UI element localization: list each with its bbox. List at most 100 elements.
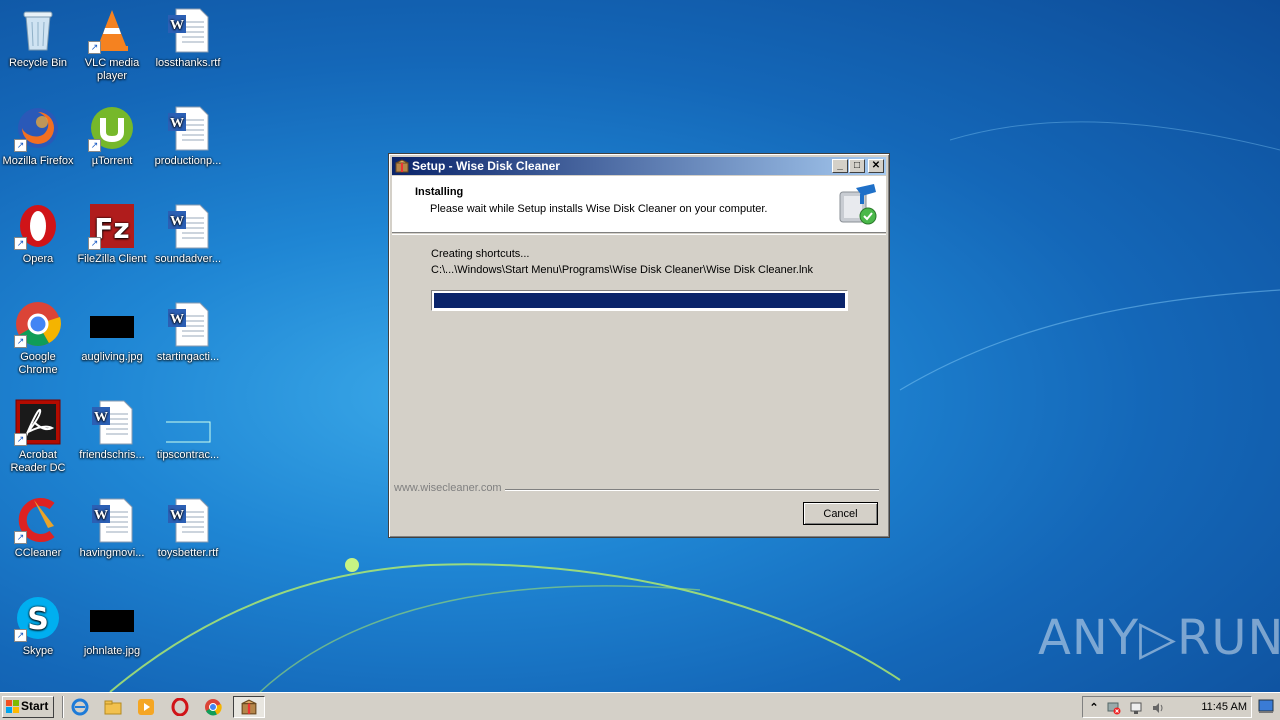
desktop-icon[interactable]: Wproductionp... [150, 104, 226, 168]
desktop-icon-label: toysbetter.rtf [157, 547, 219, 559]
desktop-icon[interactable]: Wfriendschris... [74, 398, 150, 462]
volume-icon[interactable] [1151, 701, 1165, 715]
desktop-icon[interactable]: augliving.jpg [74, 300, 150, 364]
svg-text:S: S [27, 602, 49, 637]
desktop-icon-label: Skype [22, 645, 54, 657]
start-label: Start [21, 699, 49, 713]
status-text: Creating shortcuts... [431, 248, 530, 260]
word-doc-icon: W [164, 104, 212, 152]
skype-icon: S ↗ [14, 594, 62, 642]
svg-text:W: W [170, 214, 184, 229]
taskbar-separator [62, 696, 64, 718]
show-hidden-icons-icon[interactable]: ⌃ [1087, 701, 1101, 715]
explorer-folder-icon[interactable] [104, 698, 122, 716]
desktop-icon-label: friendschris... [79, 449, 145, 461]
dialog-header: Installing Please wait while Setup insta… [392, 176, 886, 233]
ccleaner-icon: ↗ [14, 496, 62, 544]
desktop-icon-label: Opera [22, 253, 54, 265]
opera-icon[interactable] [171, 698, 189, 716]
chrome-icon: ↗ [14, 300, 62, 348]
wise-disk-cleaner-logo-icon [839, 184, 877, 225]
close-button[interactable]: ✕ [868, 159, 884, 173]
desktop-icon-label: startingacti... [156, 351, 220, 363]
word-doc-icon: W [164, 496, 212, 544]
internet-explorer-icon[interactable] [71, 698, 89, 716]
opera-icon: ↗ [14, 202, 62, 250]
minimize-button[interactable]: _ [832, 159, 848, 173]
desktop-icon[interactable]: ↗ Google Chrome [0, 300, 76, 377]
desktop-icon[interactable]: Whavingmovi... [74, 496, 150, 560]
network-warning-icon[interactable] [1107, 701, 1121, 715]
dialog-titlebar[interactable]: Setup - Wise Disk Cleaner _ □ ✕ [392, 157, 886, 175]
recycle-bin-icon [14, 6, 62, 54]
header-separator [392, 234, 886, 235]
desktop-icon[interactable]: Fz ↗ FileZilla Client [74, 202, 150, 266]
shortcut-arrow-icon: ↗ [88, 139, 101, 152]
desktop-icon[interactable]: Recycle Bin [0, 6, 76, 70]
desktop-icon-label: VLC media player [84, 57, 140, 82]
word-doc-icon: W [88, 398, 136, 446]
desktop-icon-label: FileZilla Client [77, 253, 147, 265]
desktop-icon-label: lossthanks.rtf [155, 57, 221, 69]
dialog-title: Setup - Wise Disk Cleaner [412, 159, 560, 173]
vlc-icon: ↗ [88, 6, 136, 54]
start-button[interactable]: Start [2, 696, 54, 718]
desktop-icon[interactable]: S ↗ Skype [0, 594, 76, 658]
desktop-icon-label: johnlate.jpg [83, 645, 141, 657]
website-link: www.wisecleaner.com [394, 482, 505, 494]
desktop-icon-label: µTorrent [91, 155, 133, 167]
desktop-icon[interactable]: Wlossthanks.rtf [150, 6, 226, 70]
shortcut-arrow-icon: ↗ [14, 237, 27, 250]
desktop-icon[interactable]: Wstartingacti... [150, 300, 226, 364]
desktop-icon[interactable]: ↗ VLC media player [74, 6, 150, 83]
svg-text:W: W [170, 508, 184, 523]
chrome-icon[interactable] [204, 698, 222, 716]
cancel-button[interactable]: Cancel [803, 502, 878, 525]
installer-box-icon [395, 159, 409, 173]
desktop-icon-label: Mozilla Firefox [2, 155, 74, 167]
setup-dialog: Setup - Wise Disk Cleaner _ □ ✕ Installi… [388, 153, 890, 538]
shortcut-arrow-icon: ↗ [14, 531, 27, 544]
desktop-icon[interactable]: ↗ Mozilla Firefox [0, 104, 76, 168]
install-progress-bar [431, 290, 848, 311]
desktop-icon-label: Google Chrome [18, 351, 58, 376]
page-subheading: Please wait while Setup installs Wise Di… [430, 203, 768, 215]
word-doc-icon: W [164, 300, 212, 348]
desktop-icon[interactable]: ↗ Acrobat Reader DC [0, 398, 76, 475]
desktop-icon[interactable]: ↗ µTorrent [74, 104, 150, 168]
desktop-icon[interactable]: Wtoysbetter.rtf [150, 496, 226, 560]
media-player-icon[interactable] [137, 698, 155, 716]
desktop-icon-label: soundadver... [154, 253, 222, 265]
desktop-icon[interactable]: tipscontrac... [150, 398, 226, 462]
desktop-icon-label: havingmovi... [79, 547, 145, 559]
maximize-button[interactable]: □ [849, 159, 865, 173]
clock[interactable]: 11:45 AM [1201, 701, 1247, 713]
shortcut-arrow-icon: ↗ [14, 335, 27, 348]
firefox-icon: ↗ [14, 104, 62, 152]
desktop-icon-label: Recycle Bin [8, 57, 68, 69]
shortcut-arrow-icon: ↗ [14, 433, 27, 446]
desktop-icon-label: Acrobat Reader DC [10, 449, 66, 474]
action-center-icon[interactable] [1129, 701, 1143, 715]
shortcut-arrow-icon: ↗ [88, 237, 101, 250]
desktop-icon[interactable]: Wsoundadver... [150, 202, 226, 266]
utorrent-icon: ↗ [88, 104, 136, 152]
desktop-icon[interactable]: ↗ CCleaner [0, 496, 76, 560]
page-heading: Installing [415, 186, 464, 198]
svg-text:W: W [94, 508, 108, 523]
svg-text:W: W [94, 410, 108, 425]
acrobat-icon: ↗ [14, 398, 62, 446]
word-doc-icon: W [88, 496, 136, 544]
desktop-icon[interactable]: johnlate.jpg [74, 594, 150, 658]
shortcut-arrow-icon: ↗ [14, 629, 27, 642]
svg-text:W: W [170, 312, 184, 327]
desktop-icon[interactable]: ↗ Opera [0, 202, 76, 266]
desktop-icon-label: augliving.jpg [81, 351, 143, 363]
taskbar-setup-button[interactable] [233, 696, 265, 718]
installer-box-icon [241, 699, 257, 715]
show-desktop-icon[interactable] [1258, 698, 1274, 714]
word-doc-icon: W [164, 6, 212, 54]
desktop-icon-label: tipscontrac... [156, 449, 220, 461]
image-file-icon [88, 300, 136, 348]
svg-text:W: W [170, 116, 184, 131]
